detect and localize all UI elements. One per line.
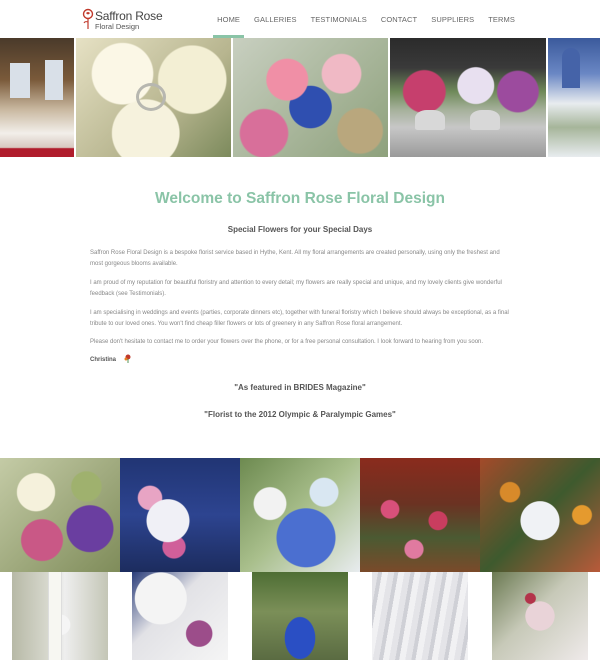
nav-home[interactable]: HOME	[213, 15, 244, 38]
nav-testimonials[interactable]: TESTIMONIALS	[311, 15, 367, 24]
hero-photo-white-roses	[76, 38, 231, 157]
gallery-photo-blue-hydrangea[interactable]	[240, 458, 360, 572]
gallery-row-1	[0, 458, 600, 572]
gallery-photo-purple-bouquet[interactable]	[0, 458, 120, 572]
quote-olympics: "Florist to the 2012 Olympic & Paralympi…	[204, 410, 396, 419]
hero-photo-blue-pink-bouquet	[233, 38, 388, 157]
page-title: Welcome to Saffron Rose Floral Design	[155, 190, 445, 207]
gallery-photo-white-fabric[interactable]	[360, 572, 480, 660]
gallery-photo-bridal-stem[interactable]	[0, 572, 120, 660]
site-header: Saffron Rose Floral Design HOME GALLERIE…	[0, 0, 600, 38]
nav-suppliers[interactable]: SUPPLIERS	[431, 15, 474, 24]
main-nav: HOME GALLERIES TESTIMONIALS CONTACT SUPP…	[203, 15, 515, 38]
gallery-photo-wreath-pink[interactable]	[120, 458, 240, 572]
intro-paragraph-1: Saffron Rose Floral Design is a bespoke …	[90, 250, 500, 267]
intro-paragraph-2: I am proud of my reputation for beautifu…	[90, 280, 502, 297]
hero-photo-table-arrangement	[390, 38, 546, 157]
nav-contact[interactable]: CONTACT	[381, 15, 417, 24]
nav-terms[interactable]: TERMS	[488, 15, 515, 24]
hero-image-strip	[0, 38, 600, 157]
hero-photo-room	[0, 38, 74, 157]
page-subtitle: Special Flowers for your Special Days	[227, 225, 373, 234]
logo[interactable]: Saffron Rose Floral Design	[82, 8, 163, 32]
intro-paragraph-4: Please don't hesitate to contact me to o…	[90, 339, 484, 345]
intro-paragraph-3: I am specialising in weddings and events…	[90, 310, 509, 327]
gallery-photo-red-arrangement[interactable]	[360, 458, 480, 572]
quote-brides: "As featured in BRIDES Magazine"	[234, 383, 366, 392]
signature: Christina	[90, 357, 117, 363]
rose-logo-icon	[82, 8, 94, 29]
gallery-photo-pink-ribbon[interactable]	[480, 572, 600, 660]
hero-photo-church-window	[548, 38, 600, 157]
flower-signature-icon	[124, 354, 131, 363]
gallery-photo-white-wreath[interactable]	[120, 572, 240, 660]
gallery-photo-blue-ribbon[interactable]	[240, 572, 360, 660]
gallery-row-2	[0, 572, 600, 660]
brand-title: Saffron Rose	[95, 9, 163, 23]
nav-galleries[interactable]: GALLERIES	[254, 15, 297, 24]
gallery-photo-christmas-wreath[interactable]	[480, 458, 600, 572]
brand-subtitle: Floral Design	[95, 22, 140, 31]
